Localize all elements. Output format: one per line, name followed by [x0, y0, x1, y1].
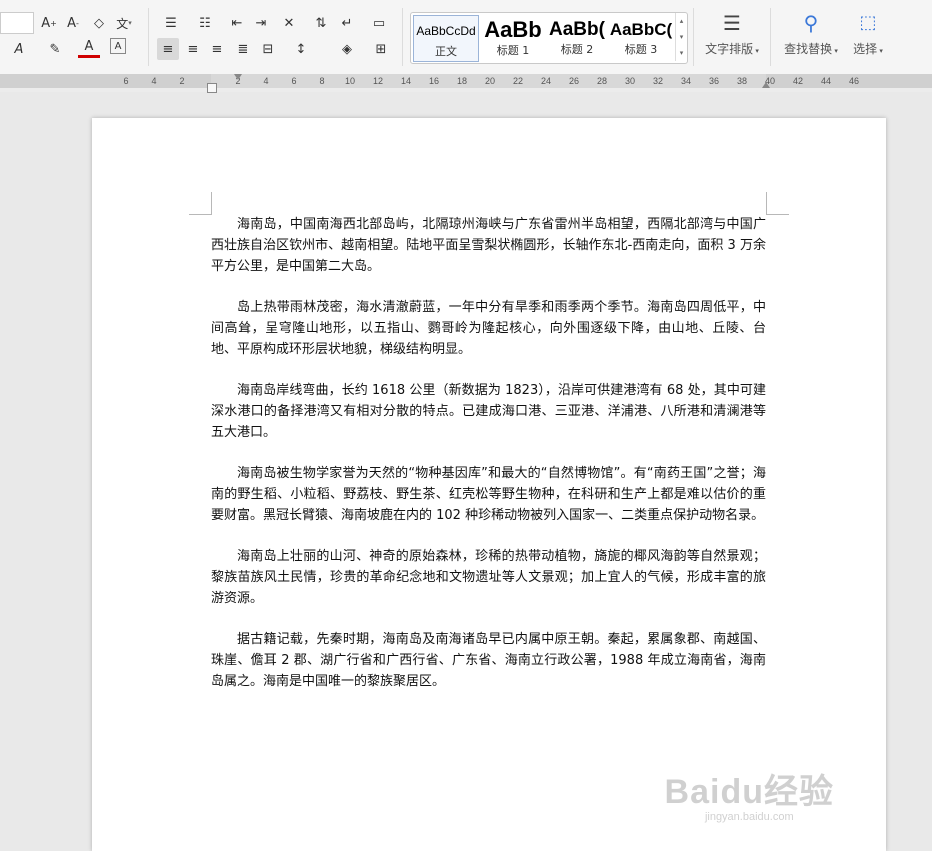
ruler-tick-label: 4: [151, 76, 157, 86]
ruler-tick-label: 44: [820, 76, 832, 86]
select-button[interactable]: ⬚ 选择 ▾: [848, 12, 888, 57]
find-replace-button[interactable]: ⚲ 查找替换 ▾: [780, 12, 842, 57]
ruler-tick-label: 34: [680, 76, 692, 86]
increase-font-icon[interactable]: A +: [38, 12, 60, 34]
increase-indent-icon[interactable]: ⇥: [250, 12, 272, 34]
right-indent-marker[interactable]: [762, 82, 770, 88]
align-left-icon[interactable]: ≡: [157, 38, 179, 60]
text-layout-button[interactable]: ☰ 文字排版 ▾: [702, 12, 762, 57]
left-indent-marker[interactable]: [207, 83, 217, 93]
ruler-tick-label: 46: [848, 76, 860, 86]
clear-format-icon[interactable]: ◇: [88, 12, 110, 34]
style-heading-3[interactable]: AaBbC( 标题 3: [609, 15, 673, 60]
table-tools-icon[interactable]: ▭: [368, 12, 390, 34]
style-preview: AaBb: [484, 17, 542, 42]
style-preview: AaBb(: [549, 19, 605, 40]
separator: [770, 8, 771, 66]
watermark: Baidu经验 jingyan.baidu.com: [665, 764, 834, 823]
decrease-font-icon[interactable]: A-: [62, 12, 84, 34]
ruler-tick-label: 26: [568, 76, 580, 86]
select-cursor-icon: ⬚: [859, 12, 877, 33]
text-layout-label: 文字排版: [705, 42, 754, 56]
ruler-tick-label: 30: [624, 76, 636, 86]
gallery-scroll[interactable]: ▴ ▾ ▾: [675, 13, 687, 61]
watermark-main: Baidu经验: [664, 773, 834, 811]
separator: [693, 8, 694, 66]
ruler-tick-label: 32: [652, 76, 664, 86]
distributed-icon[interactable]: ⊟: [257, 38, 279, 60]
borders-icon[interactable]: ⊞: [370, 38, 392, 60]
search-icon: ⚲: [803, 11, 819, 35]
style-preview: AaBbC(: [609, 20, 673, 39]
paragraph[interactable]: 海南岛，中国南海西北部岛屿，北隔琼州海峡与广东省雷州半岛相望，西隔北部湾与中国广…: [211, 214, 766, 277]
chinese-layout-icon[interactable]: ✕: [278, 12, 300, 34]
decrease-indent-icon[interactable]: ⇤: [226, 12, 248, 34]
style-normal[interactable]: AaBbCcDd 正文: [413, 15, 479, 62]
styles-gallery: AaBbCcDd 正文 AaBb 标题 1 AaBb( 标题 2 AaBbC( …: [410, 12, 688, 64]
shading-icon[interactable]: ◈: [336, 38, 358, 60]
style-heading-1[interactable]: AaBb 标题 1: [481, 15, 545, 60]
ruler-tick-label: 36: [708, 76, 720, 86]
sort-icon[interactable]: ⇅: [310, 12, 332, 34]
ruler-tick-label: 22: [512, 76, 524, 86]
style-name: 标题 2: [560, 43, 594, 56]
char-shading-icon[interactable]: A: [110, 38, 126, 54]
highlight-icon[interactable]: ✎: [44, 38, 66, 60]
find-replace-label: 查找替换: [784, 42, 833, 56]
horizontal-ruler[interactable]: 6 4 2 2 4 6 8 10 12 14 16 18 20 22 24 26 28 30 32 34 36 38 40 4…: [0, 74, 932, 93]
ruler-tick-label: 10: [344, 76, 356, 86]
ruler-tick-label: 16: [428, 76, 440, 86]
ruler-tick-label: 18: [456, 76, 468, 86]
style-name: 正文: [435, 45, 457, 58]
font-size-box[interactable]: [0, 12, 34, 34]
separator: [148, 8, 149, 66]
separator: [402, 8, 403, 66]
style-name: 标题 3: [624, 43, 658, 56]
align-center-icon[interactable]: ≡: [182, 38, 204, 60]
ruler-tick-label: 4: [263, 76, 269, 86]
ruler-tick-label: 14: [400, 76, 412, 86]
ruler-tick-label: 20: [484, 76, 496, 86]
show-marks-icon[interactable]: ↵: [336, 12, 358, 34]
ribbon-toolbar: A + A- ◇ 文 ▾ A ✎ A A ☰ ☷ ⇤ ⇥ ✕ ⇅ ↵ ▭ ≡ ≡ ≡…: [0, 0, 932, 75]
ruler-tick-label: 38: [736, 76, 748, 86]
ruler-tick-label: 24: [540, 76, 552, 86]
bullet-list-icon[interactable]: ☰: [160, 12, 182, 34]
font-color-icon[interactable]: A: [78, 38, 100, 58]
style-heading-2[interactable]: AaBb( 标题 2: [545, 15, 609, 60]
margin-corner-top-left: [189, 192, 212, 215]
first-line-indent-marker[interactable]: [234, 74, 242, 80]
margin-corner-top-right: [766, 192, 789, 215]
style-name: 标题 1: [496, 44, 530, 57]
ruler-tick-label: 42: [792, 76, 804, 86]
ruler-tick-label: 2: [179, 76, 185, 86]
ruler-tick-label: 28: [596, 76, 608, 86]
paragraph[interactable]: 海南岛岸线弯曲，长约 1618 公里（新数据为 1823），沿岸可供建港湾有 6…: [211, 380, 766, 443]
align-right-icon[interactable]: ≡: [206, 38, 228, 60]
style-preview: AaBbCcDd: [416, 24, 476, 38]
numbered-list-icon[interactable]: ☷: [194, 12, 216, 34]
paragraph[interactable]: 据古籍记载，先秦时期，海南岛及南海诸岛早已内属中原王朝。秦起，累属象郡、南越国、…: [211, 629, 766, 692]
ruler-tick-label: 8: [319, 76, 325, 86]
ruler-tick-label: 6: [291, 76, 297, 86]
ruler-tick-label: 6: [123, 76, 129, 86]
text-layout-icon: ☰: [723, 11, 741, 35]
ruler-tick-label: 12: [372, 76, 384, 86]
paragraph[interactable]: 海南岛被生物学家誉为天然的“物种基因库”和最大的“自然博物馆”。有“南药王国”之…: [211, 463, 766, 526]
justify-icon[interactable]: ≣: [232, 38, 254, 60]
paragraph[interactable]: 海南岛上壮丽的山河、神奇的原始森林，珍稀的热带动植物，旖旎的椰风海韵等自然景观；…: [211, 546, 766, 609]
document-body[interactable]: 海南岛，中国南海西北部岛屿，北隔琼州海峡与广东省雷州半岛相望，西隔北部湾与中国广…: [211, 214, 766, 712]
text-effect-icon[interactable]: A: [8, 38, 30, 60]
line-spacing-icon[interactable]: ↕: [290, 38, 312, 60]
pinyin-guide-icon[interactable]: 文 ▾: [113, 12, 135, 34]
select-label: 选择: [853, 42, 878, 56]
paragraph[interactable]: 岛上热带雨林茂密，海水清澈蔚蓝，一年中分有旱季和雨季两个季节。海南岛四周低平，中…: [211, 297, 766, 360]
document-page[interactable]: 海南岛，中国南海西北部岛屿，北隔琼州海峡与广东省雷州半岛相望，西隔北部湾与中国广…: [92, 118, 886, 851]
